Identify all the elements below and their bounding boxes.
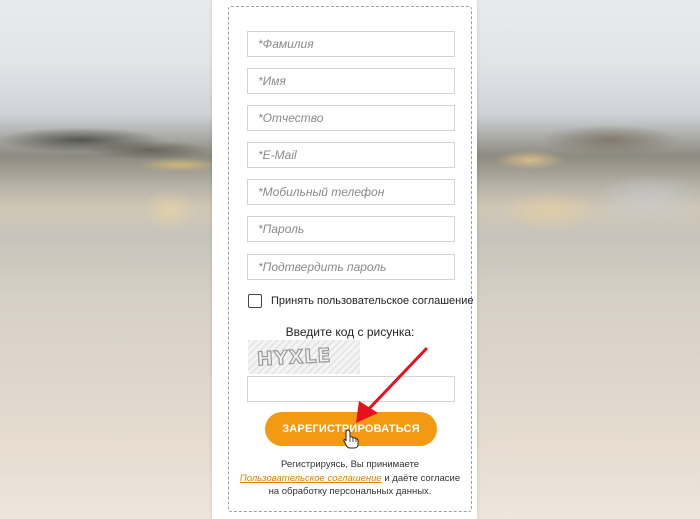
note-line-2: Пользовательское соглашение и даёте согл… (228, 472, 472, 486)
user-agreement-link[interactable]: Пользовательское соглашение (240, 473, 382, 484)
hand-cursor-icon (343, 429, 359, 449)
patronymic-field[interactable] (247, 105, 455, 131)
password-field[interactable] (247, 216, 455, 242)
note-line-3: на обработку персональных данных. (268, 486, 432, 497)
background-left (0, 0, 212, 519)
mobile-phone-field[interactable] (247, 179, 455, 205)
last-name-field[interactable] (247, 31, 455, 57)
agreement-label: Принять пользовательское соглашение (271, 295, 474, 307)
agreement-checkbox[interactable] (248, 294, 262, 308)
captcha-image-text: HYXLE (256, 344, 333, 371)
confirm-password-field[interactable] (247, 254, 455, 280)
captcha-input[interactable] (247, 376, 455, 402)
captcha-label: Введите код с рисунка: (285, 325, 415, 339)
agreement-row[interactable]: Принять пользовательское соглашение (248, 293, 474, 309)
background-right (490, 0, 700, 519)
captcha-image: HYXLE (248, 340, 360, 374)
registration-note: Регистрируясь, Вы принимаете Пользовател… (228, 458, 472, 499)
first-name-field[interactable] (247, 68, 455, 94)
note-line-2-rest: и даёте согласие (381, 472, 461, 484)
email-field[interactable] (247, 142, 455, 168)
note-line-1: Регистрируясь, Вы принимаете (280, 459, 419, 470)
